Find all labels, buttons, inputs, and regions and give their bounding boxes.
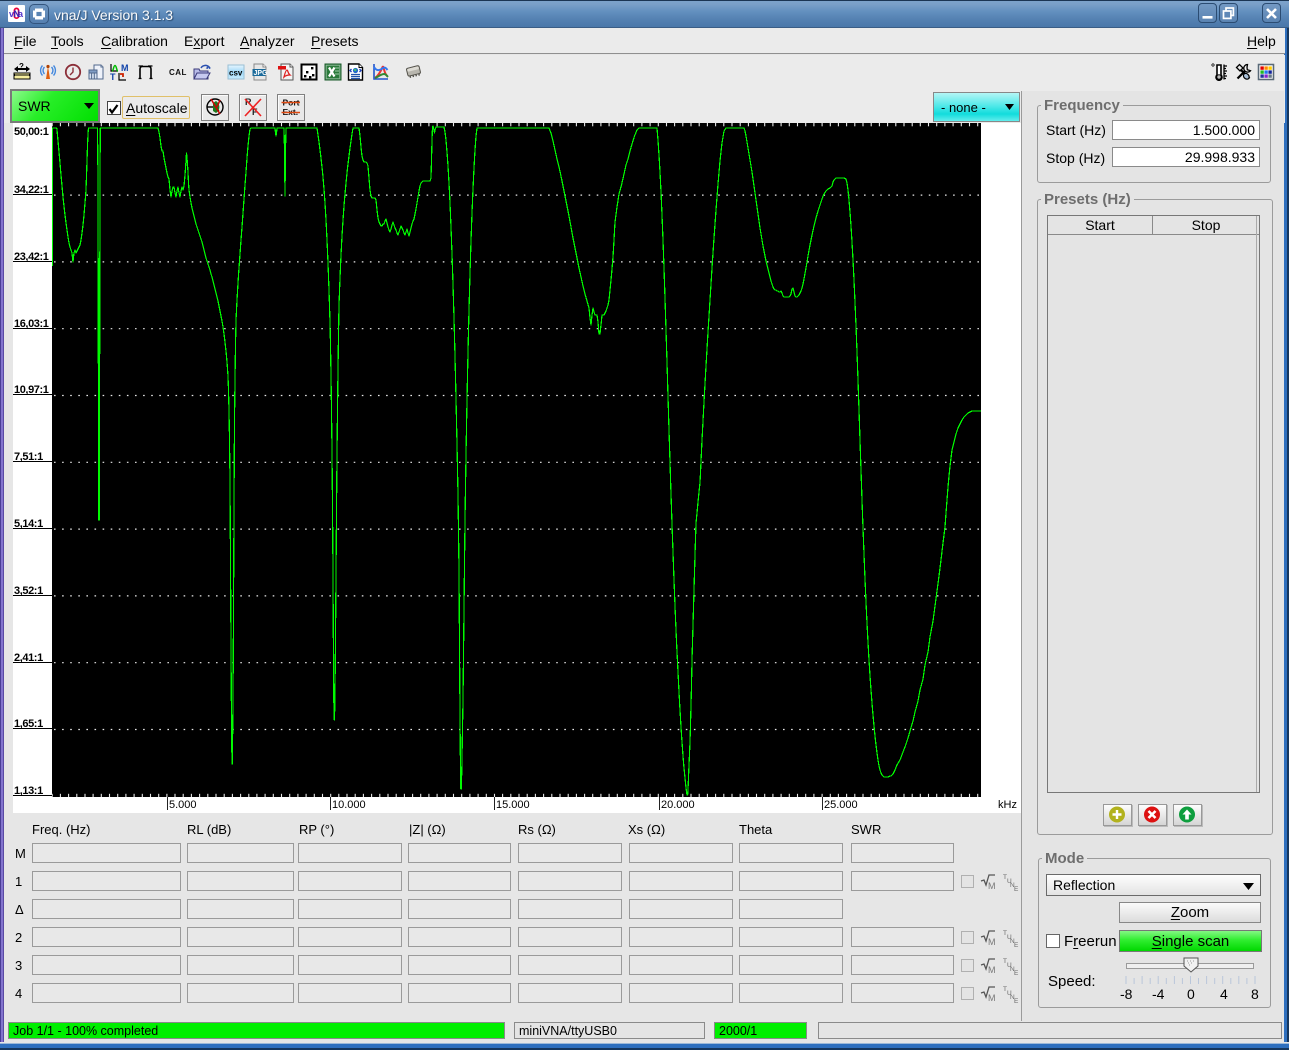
svg-text:E: E [1014, 942, 1019, 948]
svg-text:E: E [1014, 998, 1019, 1004]
svg-text:M: M [988, 965, 996, 975]
svg-text:M: M [988, 993, 996, 1003]
svg-text:E: E [1014, 886, 1019, 892]
svg-text:M: M [988, 881, 996, 891]
svg-text:E: E [1014, 970, 1019, 976]
svg-text:M: M [988, 937, 996, 947]
